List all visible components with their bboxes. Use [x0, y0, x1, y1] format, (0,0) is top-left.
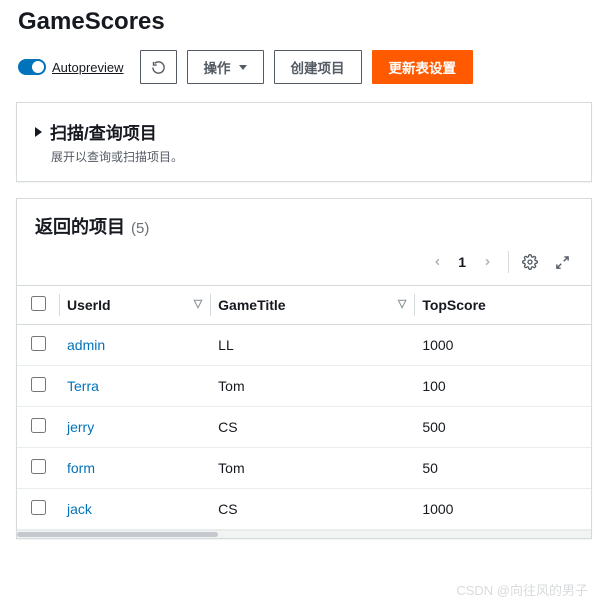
horizontal-scrollbar[interactable] — [17, 530, 591, 538]
table-row: form Tom50 — [17, 448, 591, 489]
gametitle-cell: Tom — [210, 366, 414, 407]
col-gametitle[interactable]: GameTitle ▽ — [210, 286, 414, 325]
topscore-cell: 500 — [414, 407, 591, 448]
watermark: CSDN @向往风的男子 — [0, 580, 608, 599]
refresh-button[interactable] — [140, 50, 177, 84]
actions-button-label: 操作 — [204, 57, 231, 77]
separator — [508, 251, 509, 273]
row-checkbox[interactable] — [31, 336, 46, 351]
results-count: (5) — [131, 220, 149, 237]
table-row: admin LL1000 — [17, 325, 591, 366]
settings-button[interactable] — [519, 251, 541, 273]
chevron-right-icon — [482, 255, 493, 269]
table-row: jack CS1000 — [17, 489, 591, 530]
update-settings-button[interactable]: 更新表设置 — [372, 50, 474, 84]
page-number: 1 — [458, 254, 466, 270]
row-checkbox[interactable] — [31, 377, 46, 392]
results-title: 返回的项目 — [35, 213, 125, 239]
gametitle-cell: Tom — [210, 448, 414, 489]
topscore-cell: 1000 — [414, 489, 591, 530]
expand-icon — [555, 255, 570, 270]
actions-button[interactable]: 操作 — [187, 50, 264, 84]
row-checkbox[interactable] — [31, 459, 46, 474]
scan-title: 扫描/查询项目 — [50, 119, 157, 144]
scan-query-panel[interactable]: 扫描/查询项目 展开以查询或扫描项目。 — [16, 102, 592, 182]
create-item-button[interactable]: 创建项目 — [274, 50, 362, 84]
col-userid[interactable]: UserId ▽ — [59, 286, 210, 325]
button-group: 操作 创建项目 更新表设置 — [140, 50, 474, 84]
table-row: Terra Tom100 — [17, 366, 591, 407]
results-panel: 返回的项目 (5) 1 UserId▽ GameTitle▽ TopScore … — [16, 198, 592, 539]
sort-icon: ▽ — [398, 297, 406, 310]
fullscreen-button[interactable] — [551, 251, 573, 273]
caret-down-icon — [239, 65, 247, 70]
gametitle-cell: LL — [210, 325, 414, 366]
next-page-button[interactable] — [476, 251, 498, 273]
autopreview-toggle[interactable] — [18, 59, 46, 75]
gametitle-cell: CS — [210, 407, 414, 448]
gametitle-cell: CS — [210, 489, 414, 530]
userid-link[interactable]: jack — [67, 501, 92, 517]
col-topscore[interactable]: TopScore — [414, 286, 591, 325]
autopreview-toggle-wrap: Autopreview — [18, 59, 124, 75]
userid-link[interactable]: Terra — [67, 378, 99, 394]
userid-link[interactable]: form — [67, 460, 95, 476]
pager: 1 — [17, 241, 591, 285]
prev-page-button[interactable] — [426, 251, 448, 273]
caret-right-icon — [35, 127, 42, 137]
row-checkbox[interactable] — [31, 418, 46, 433]
gear-icon — [522, 254, 538, 270]
table-row: jerry CS500 — [17, 407, 591, 448]
sort-icon: ▽ — [194, 297, 202, 310]
toolbar: Autopreview 操作 创建项目 更新表设置 — [0, 50, 608, 102]
col-topscore-label: TopScore — [422, 297, 486, 313]
results-header: 返回的项目 (5) — [17, 199, 591, 241]
row-checkbox[interactable] — [31, 500, 46, 515]
topscore-cell: 100 — [414, 366, 591, 407]
results-table: UserId▽ GameTitle▽ TopScore adminLL1000T… — [17, 285, 591, 530]
col-gametitle-label: GameTitle — [218, 297, 285, 313]
col-userid-label: UserId — [67, 297, 111, 313]
scan-title-row: 扫描/查询项目 — [35, 119, 573, 144]
topscore-cell: 50 — [414, 448, 591, 489]
userid-link[interactable]: admin — [67, 337, 105, 353]
scan-subtitle: 展开以查询或扫描项目。 — [51, 148, 573, 165]
topscore-cell: 1000 — [414, 325, 591, 366]
autopreview-label[interactable]: Autopreview — [52, 60, 124, 75]
chevron-left-icon — [432, 255, 443, 269]
refresh-icon — [151, 60, 166, 75]
select-all-checkbox[interactable] — [31, 296, 46, 311]
userid-link[interactable]: jerry — [67, 419, 94, 435]
page-title: GameScores — [0, 0, 608, 50]
